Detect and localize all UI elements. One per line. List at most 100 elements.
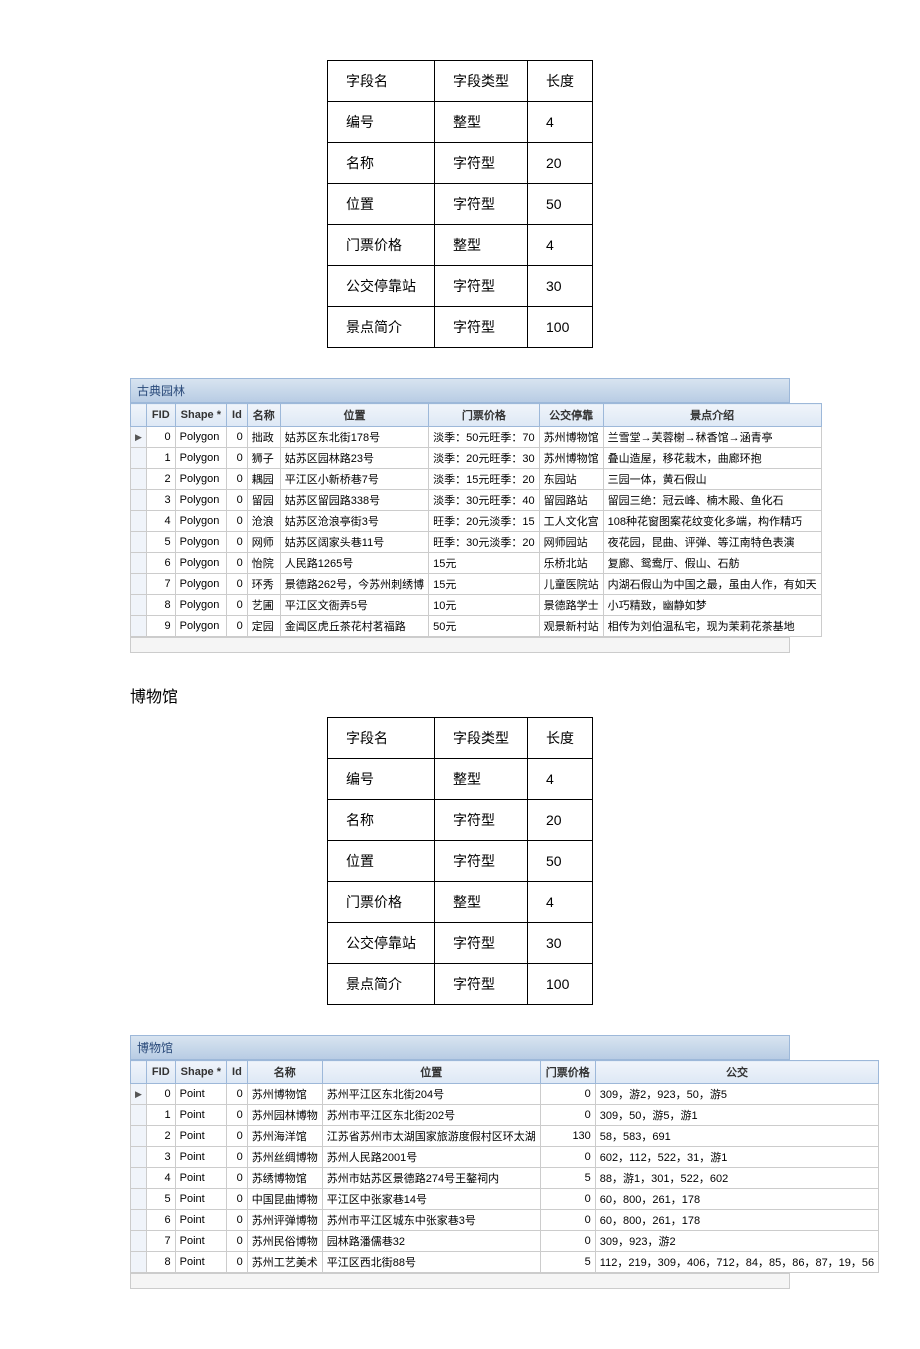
row-selector[interactable]: [131, 490, 147, 511]
cell[interactable]: 夜花园，昆曲、评弹、等江南特色表演: [603, 532, 821, 553]
cell[interactable]: 苏州博物馆: [539, 448, 603, 469]
column-header[interactable]: 位置: [322, 1061, 540, 1084]
cell[interactable]: 沧浪: [247, 511, 280, 532]
column-header[interactable]: 景点介绍: [603, 404, 821, 427]
cell[interactable]: 3: [146, 490, 175, 511]
cell[interactable]: 人民路1265号: [280, 553, 428, 574]
cell[interactable]: Point: [175, 1126, 226, 1147]
cell[interactable]: 2: [146, 1126, 175, 1147]
cell[interactable]: 602，112，522，31，游1: [595, 1147, 878, 1168]
cell[interactable]: 苏州海洋馆: [247, 1126, 322, 1147]
cell[interactable]: Polygon: [175, 532, 226, 553]
cell[interactable]: 0: [227, 532, 248, 553]
cell[interactable]: 淡季：20元旺季：30: [429, 448, 539, 469]
row-selector[interactable]: [131, 1105, 147, 1126]
cell[interactable]: 309，50，游5，游1: [595, 1105, 878, 1126]
cell[interactable]: 9: [146, 616, 175, 637]
cell[interactable]: 环秀: [247, 574, 280, 595]
cell[interactable]: 10元: [429, 595, 539, 616]
cell[interactable]: 0: [227, 1105, 248, 1126]
cell[interactable]: 0: [227, 1252, 248, 1273]
cell[interactable]: 0: [540, 1084, 595, 1105]
cell[interactable]: 0: [227, 553, 248, 574]
cell[interactable]: 15元: [429, 553, 539, 574]
cell[interactable]: 留园: [247, 490, 280, 511]
cell[interactable]: 60，800，261，178: [595, 1189, 878, 1210]
table-row[interactable]: 4Point0苏绣博物馆苏州市姑苏区景德路274号王鏊祠内588，游1，301，…: [131, 1168, 879, 1189]
cell[interactable]: Polygon: [175, 511, 226, 532]
column-header[interactable]: Id: [227, 1061, 248, 1084]
cell[interactable]: 0: [540, 1105, 595, 1126]
cell[interactable]: 平江区中张家巷14号: [322, 1189, 540, 1210]
cell[interactable]: Polygon: [175, 448, 226, 469]
cell[interactable]: 0: [227, 1189, 248, 1210]
row-selector[interactable]: [131, 616, 147, 637]
row-selector[interactable]: [131, 574, 147, 595]
cell[interactable]: 7: [146, 574, 175, 595]
cell[interactable]: Polygon: [175, 595, 226, 616]
cell[interactable]: 中国昆曲博物: [247, 1189, 322, 1210]
cell[interactable]: Polygon: [175, 553, 226, 574]
cell[interactable]: 苏州民俗博物: [247, 1231, 322, 1252]
cell[interactable]: 58，583，691: [595, 1126, 878, 1147]
cell[interactable]: 1: [146, 1105, 175, 1126]
column-header[interactable]: 位置: [280, 404, 428, 427]
row-selector[interactable]: [131, 1147, 147, 1168]
cell[interactable]: 苏州人民路2001号: [322, 1147, 540, 1168]
row-selector[interactable]: [131, 1210, 147, 1231]
cell[interactable]: 309，923，游2: [595, 1231, 878, 1252]
cell[interactable]: 苏州博物馆: [539, 427, 603, 448]
cell[interactable]: 0: [540, 1147, 595, 1168]
cell[interactable]: 旺季：20元淡季：15: [429, 511, 539, 532]
cell[interactable]: 0: [146, 427, 175, 448]
column-header[interactable]: 名称: [247, 1061, 322, 1084]
cell[interactable]: 淡季：30元旺季：40: [429, 490, 539, 511]
cell[interactable]: 内湖石假山为中国之最，虽由人作，有如天: [603, 574, 821, 595]
cell[interactable]: 姑苏区沧浪亭街3号: [280, 511, 428, 532]
cell[interactable]: Point: [175, 1231, 226, 1252]
cell[interactable]: 0: [540, 1231, 595, 1252]
cell[interactable]: 8: [146, 595, 175, 616]
cell[interactable]: 平江区文衙弄5号: [280, 595, 428, 616]
table-row[interactable]: 1Point0苏州园林博物苏州市平江区东北街202号0309，50，游5，游1: [131, 1105, 879, 1126]
cell[interactable]: 苏州平江区东北街204号: [322, 1084, 540, 1105]
table-row[interactable]: 0Point0苏州博物馆苏州平江区东北街204号0309，游2，923，50，游…: [131, 1084, 879, 1105]
cell[interactable]: 乐桥北站: [539, 553, 603, 574]
cell[interactable]: Point: [175, 1147, 226, 1168]
cell[interactable]: 叠山造屋，移花栽木，曲廊环抱: [603, 448, 821, 469]
cell[interactable]: 观景新村站: [539, 616, 603, 637]
cell[interactable]: 景德路学士: [539, 595, 603, 616]
table-row[interactable]: 8Point0苏州工艺美术平江区西北街88号5112，219，309，406，7…: [131, 1252, 879, 1273]
cell[interactable]: Polygon: [175, 574, 226, 595]
cell[interactable]: 小巧精致，幽静如梦: [603, 595, 821, 616]
column-header[interactable]: 公交: [595, 1061, 878, 1084]
table-row[interactable]: 6Polygon0怡院人民路1265号15元乐桥北站复廊、鸳鸯厅、假山、石舫: [131, 553, 822, 574]
cell[interactable]: 88，游1，301，522，602: [595, 1168, 878, 1189]
cell[interactable]: 0: [227, 1147, 248, 1168]
cell[interactable]: 0: [227, 1084, 248, 1105]
cell[interactable]: Polygon: [175, 490, 226, 511]
cell[interactable]: 姑苏区园林路23号: [280, 448, 428, 469]
cell[interactable]: 50元: [429, 616, 539, 637]
cell[interactable]: 耦园: [247, 469, 280, 490]
cell[interactable]: 狮子: [247, 448, 280, 469]
cell[interactable]: 兰雪堂→芙蓉榭→秫香馆→涵青亭: [603, 427, 821, 448]
table-row[interactable]: 3Polygon0留园姑苏区留园路338号淡季：30元旺季：40留园路站留园三绝…: [131, 490, 822, 511]
cell[interactable]: 0: [227, 1126, 248, 1147]
cell[interactable]: 平江区西北街88号: [322, 1252, 540, 1273]
cell[interactable]: 0: [227, 1210, 248, 1231]
cell[interactable]: 金阊区虎丘茶花村茗福路: [280, 616, 428, 637]
cell[interactable]: 苏州市姑苏区景德路274号王鏊祠内: [322, 1168, 540, 1189]
cell[interactable]: 0: [227, 1231, 248, 1252]
row-selector[interactable]: [131, 595, 147, 616]
cell[interactable]: 1: [146, 448, 175, 469]
cell[interactable]: 3: [146, 1147, 175, 1168]
cell[interactable]: 0: [227, 469, 248, 490]
table-row[interactable]: 7Polygon0环秀景德路262号，今苏州刺绣博15元儿童医院站内湖石假山为中…: [131, 574, 822, 595]
table-row[interactable]: 3Point0苏州丝绸博物苏州人民路2001号0602，112，522，31，游…: [131, 1147, 879, 1168]
row-selector[interactable]: [131, 1252, 147, 1273]
cell[interactable]: 7: [146, 1231, 175, 1252]
cell[interactable]: 5: [146, 1189, 175, 1210]
cell[interactable]: 6: [146, 553, 175, 574]
cell[interactable]: 0: [227, 595, 248, 616]
